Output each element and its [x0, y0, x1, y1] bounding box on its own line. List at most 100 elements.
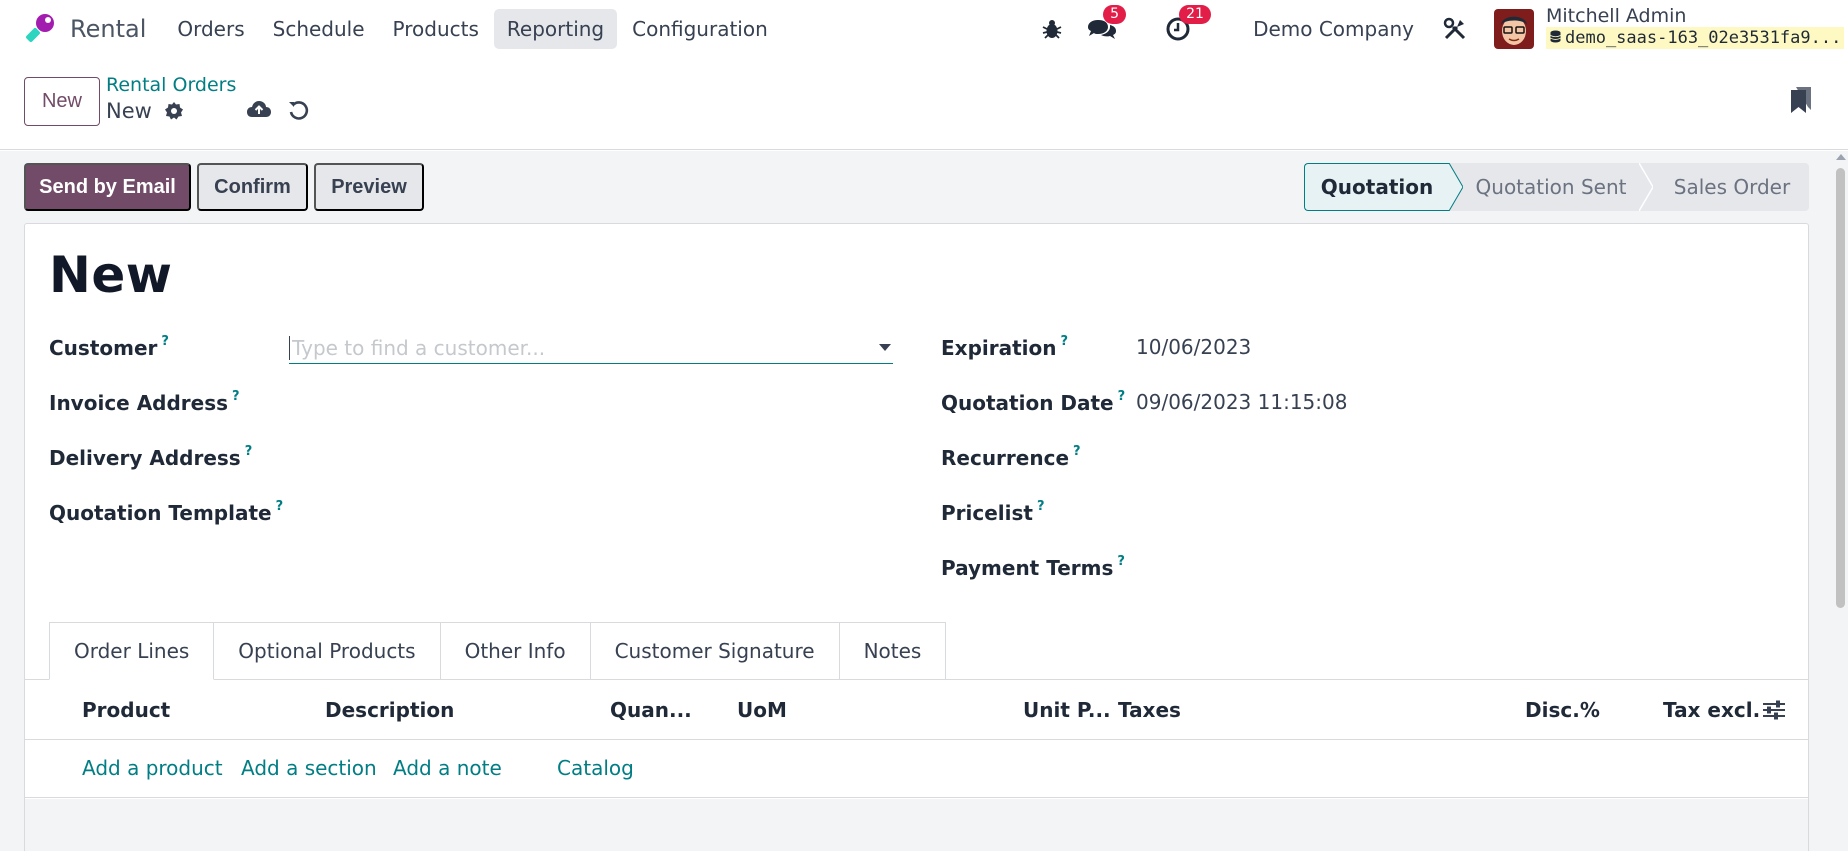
help-tooltip[interactable]: ?	[276, 499, 284, 514]
column-quantity[interactable]: Quan...	[610, 698, 692, 722]
help-tooltip[interactable]: ?	[245, 444, 253, 459]
tab-notes[interactable]: Notes	[839, 622, 947, 680]
help-tooltip[interactable]: ?	[1061, 334, 1069, 349]
help-tooltip[interactable]: ?	[1117, 554, 1125, 569]
gear-icon[interactable]	[164, 101, 184, 121]
pricelist-label: Pricelist?	[941, 499, 1045, 525]
menu-item-orders[interactable]: Orders	[164, 9, 257, 49]
tools-icon	[1443, 17, 1466, 40]
database-name: demo_saas-163_02e3531fa9...	[1546, 26, 1844, 49]
recurrence-label-text: Recurrence	[941, 446, 1070, 470]
menu-item-configuration[interactable]: Configuration	[619, 9, 781, 49]
control-panel: New Rental Orders New	[0, 58, 1848, 150]
add-product-link[interactable]: Add a product	[82, 756, 223, 780]
menu-item-schedule[interactable]: Schedule	[260, 9, 378, 49]
database-icon	[1550, 30, 1561, 42]
help-tooltip[interactable]: ?	[1118, 389, 1126, 404]
scrollbar[interactable]	[1834, 154, 1846, 850]
stage-quotation-sent-label: Quotation Sent	[1475, 175, 1627, 199]
page-title: New	[49, 246, 173, 304]
menu-item-products[interactable]: Products	[380, 9, 492, 49]
user-menu[interactable]: Mitchell Admin demo_saas-163_02e3531fa9.…	[1546, 5, 1848, 54]
column-tax-excluded[interactable]: Tax excl.	[1663, 698, 1760, 722]
quotation-template-label-text: Quotation Template	[49, 501, 272, 525]
add-section-link[interactable]: Add a section	[241, 756, 377, 780]
quotation-date-label: Quotation Date?	[941, 389, 1125, 415]
stage-sales-order[interactable]: Sales Order	[1639, 163, 1809, 211]
column-settings-icon[interactable]	[1762, 698, 1786, 722]
form-sheet: New Customer? Invoice Address? Delivery …	[24, 223, 1809, 851]
expiration-label-text: Expiration	[941, 336, 1057, 360]
database-name-text: demo_saas-163_02e3531fa9...	[1565, 27, 1842, 48]
customer-field[interactable]	[289, 332, 893, 364]
scroll-up-arrow[interactable]	[1836, 154, 1846, 160]
order-lines-add-row: Add a product Add a section Add a note C…	[25, 740, 1808, 798]
status-stages: Quotation Quotation Sent Sales Order	[1304, 163, 1809, 211]
payment-terms-label: Payment Terms?	[941, 554, 1125, 580]
breadcrumb-rental-orders[interactable]: Rental Orders	[106, 74, 236, 96]
activities-button[interactable]: 21	[1163, 5, 1211, 44]
form-statusbar: Send by Email Confirm Preview Quotation …	[24, 163, 1809, 213]
bookmark-icon[interactable]	[1790, 86, 1812, 114]
invoice-address-label-text: Invoice Address	[49, 391, 229, 415]
user-avatar-image	[1494, 9, 1534, 49]
new-button[interactable]: New	[24, 77, 100, 126]
activities-badge: 21	[1179, 5, 1211, 24]
caret-down-icon[interactable]	[879, 344, 891, 351]
menu-item-reporting[interactable]: Reporting	[493, 9, 618, 49]
tools-button[interactable]	[1440, 14, 1470, 44]
payment-terms-label-text: Payment Terms	[941, 556, 1114, 580]
cloud-upload-icon[interactable]	[246, 99, 272, 121]
customer-input[interactable]	[289, 335, 879, 360]
debug-button[interactable]	[1037, 14, 1067, 44]
help-tooltip[interactable]: ?	[232, 389, 240, 404]
tab-other-info[interactable]: Other Info	[440, 622, 591, 680]
brand-logo-icon	[26, 14, 54, 42]
column-product[interactable]: Product	[82, 698, 170, 722]
quotation-template-label: Quotation Template?	[49, 499, 283, 525]
messages-button[interactable]: 5	[1087, 5, 1126, 44]
undo-icon[interactable]	[288, 99, 310, 121]
expiration-field[interactable]: 10/06/2023	[1136, 335, 1251, 359]
catalog-link[interactable]: Catalog	[557, 756, 634, 780]
order-lines-footer	[25, 799, 1808, 851]
stage-quotation[interactable]: Quotation	[1304, 163, 1463, 211]
add-note-link[interactable]: Add a note	[393, 756, 502, 780]
delivery-address-label-text: Delivery Address	[49, 446, 241, 470]
column-taxes[interactable]: Taxes	[1118, 698, 1181, 722]
quotation-date-label-text: Quotation Date	[941, 391, 1114, 415]
column-discount[interactable]: Disc.%	[1525, 698, 1600, 722]
help-tooltip[interactable]: ?	[1037, 499, 1045, 514]
invoice-address-label: Invoice Address?	[49, 389, 240, 415]
breadcrumb-current-record: New	[106, 99, 152, 123]
column-description[interactable]: Description	[325, 698, 454, 722]
app-name: Rental	[70, 15, 147, 43]
column-uom[interactable]: UoM	[737, 698, 787, 722]
customer-label: Customer?	[49, 334, 169, 360]
preview-button[interactable]: Preview	[314, 163, 424, 211]
order-lines-header: Product Description Quan... UoM Unit P..…	[25, 680, 1808, 740]
quotation-date-field[interactable]: 09/06/2023 11:15:08	[1136, 390, 1347, 414]
scrollbar-thumb[interactable]	[1836, 168, 1845, 608]
systray: 5 21 Demo Company Mitchell Admin demo_sa…	[1037, 0, 1848, 58]
tab-customer-signature[interactable]: Customer Signature	[590, 622, 840, 680]
stage-quotation-sent[interactable]: Quotation Sent	[1449, 163, 1653, 211]
column-unit-price[interactable]: Unit P...	[1023, 698, 1111, 722]
send-by-email-button[interactable]: Send by Email	[24, 163, 191, 211]
main-menu: Orders Schedule Products Reporting Confi…	[164, 9, 782, 49]
app-brand[interactable]: Rental	[22, 11, 146, 47]
stage-sales-order-label: Sales Order	[1673, 175, 1791, 199]
delivery-address-label: Delivery Address?	[49, 444, 252, 470]
help-tooltip[interactable]: ?	[161, 334, 169, 349]
help-tooltip[interactable]: ?	[1073, 444, 1081, 459]
tab-optional-products[interactable]: Optional Products	[214, 622, 441, 680]
avatar[interactable]	[1494, 9, 1534, 49]
form-view: Send by Email Confirm Preview Quotation …	[0, 151, 1848, 851]
stage-quotation-label: Quotation	[1320, 175, 1434, 199]
top-navbar: Rental Orders Schedule Products Reportin…	[0, 0, 1848, 58]
stage-arrow	[1449, 163, 1463, 211]
company-switcher[interactable]: Demo Company	[1253, 17, 1414, 41]
tab-order-lines[interactable]: Order Lines	[49, 622, 215, 680]
stage-arrow	[1639, 163, 1653, 211]
confirm-button[interactable]: Confirm	[197, 163, 308, 211]
